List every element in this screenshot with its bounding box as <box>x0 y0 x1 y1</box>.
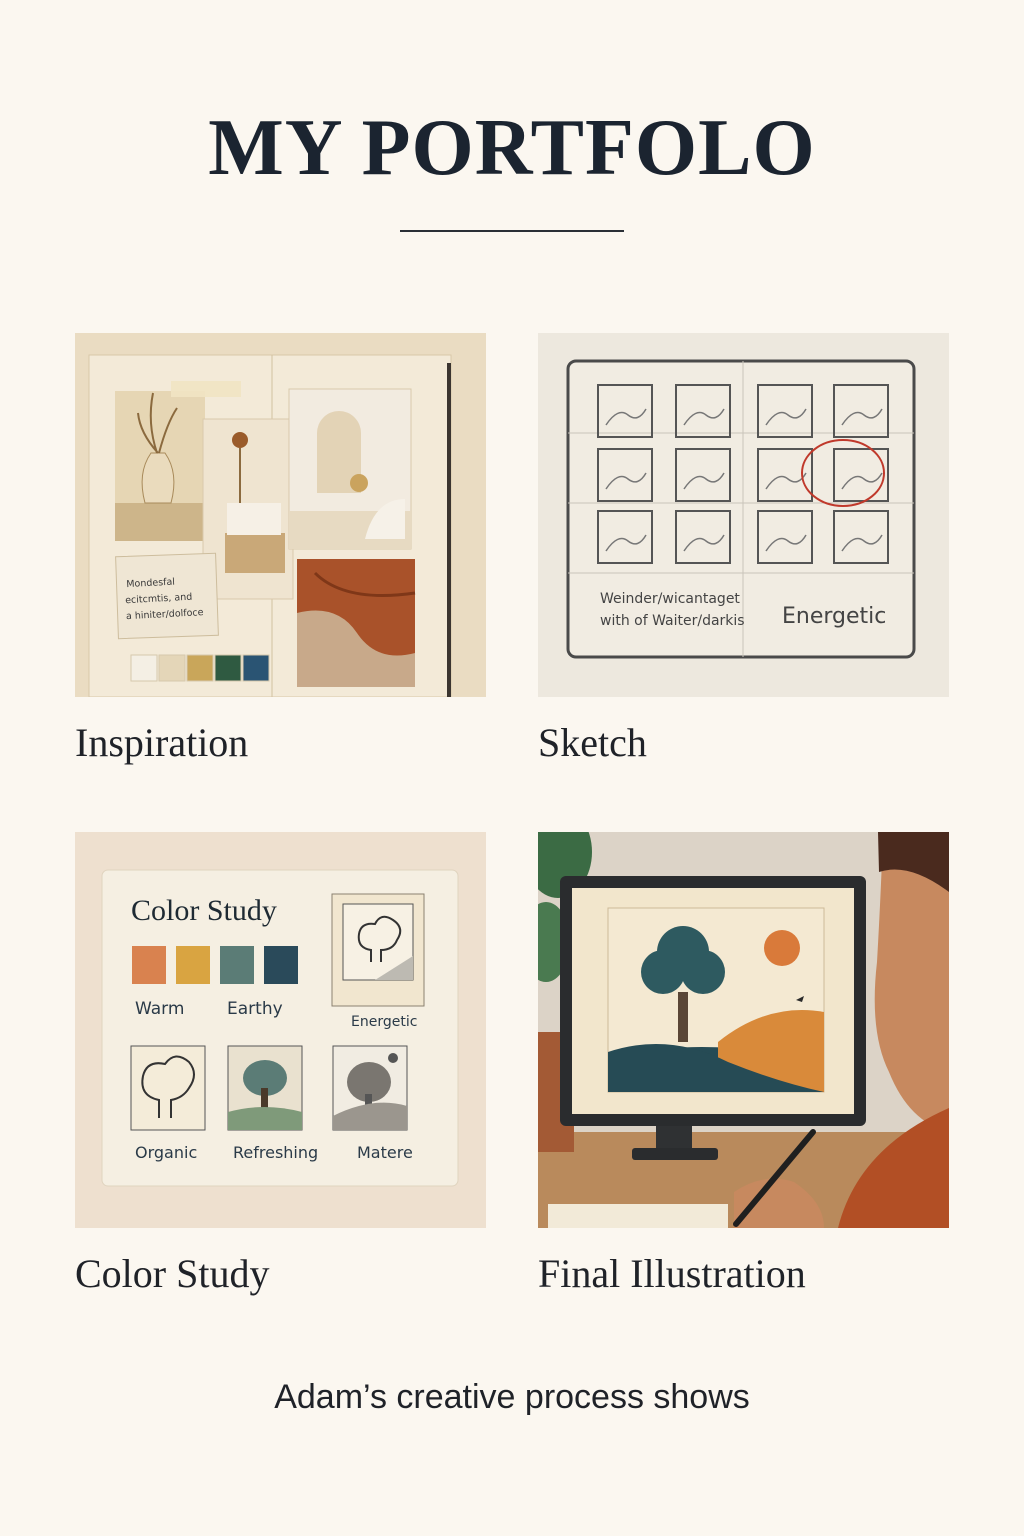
sketch-word: Energetic <box>782 604 886 629</box>
palette-swatch <box>186 654 214 682</box>
inspiration-palette <box>130 654 270 682</box>
card-caption-sketch: Sketch <box>538 720 647 765</box>
color-swatch <box>264 946 298 984</box>
card-caption-final-illustration: Final Illustration <box>538 1251 806 1296</box>
color-label-warm: Warm <box>135 999 184 1019</box>
color-label-earthy: Earthy <box>227 999 283 1019</box>
svg-text:Organic Refreshing: Organic Refreshing Matere <box>135 1143 413 1162</box>
sketch-image: Weinder/wicantaget with of Waiter/darkis… <box>538 333 949 697</box>
monitor-icon <box>560 876 866 1160</box>
portfolio-card-final-illustration[interactable]: Final Illustration <box>538 832 949 1294</box>
palette-swatch <box>242 654 270 682</box>
color-label-matere: Matere <box>357 1143 413 1162</box>
card-caption-color-study: Color Study <box>75 1251 270 1296</box>
page-title: MY PORTFOLO <box>208 104 816 192</box>
color-label-refreshing: Refreshing <box>233 1143 318 1162</box>
final-illustration-image <box>538 832 949 1228</box>
portfolio-card-sketch[interactable]: Weinder/wicantaget with of Waiter/darkis… <box>538 333 949 763</box>
color-swatch <box>220 946 254 984</box>
inspiration-image: Mondesfal ecitcmtis, and a hiniter/dolfo… <box>75 333 486 697</box>
palette-swatch <box>214 654 242 682</box>
color-study-image: Color Study Warm Earthy Energetic Organi… <box>75 832 486 1228</box>
palette-swatch <box>130 654 158 682</box>
portfolio-card-color-study[interactable]: Color Study Warm Earthy Energetic Organi… <box>75 832 486 1294</box>
sketch-note-line-1: Weinder/wicantaget <box>600 591 740 607</box>
color-swatch <box>176 946 210 984</box>
color-label-energetic: Energetic <box>351 1014 417 1030</box>
color-study-heading: Color Study <box>131 894 277 927</box>
card-caption-inspiration: Inspiration <box>75 720 249 765</box>
sketch-note-line-2: with of Waiter/darkis <box>600 613 745 629</box>
portfolio-card-inspiration[interactable]: Mondesfal ecitcmtis, and a hiniter/dolfo… <box>75 333 486 763</box>
footer-tagline: Adam’s creative process shows <box>274 1378 750 1416</box>
title-divider <box>400 230 624 232</box>
color-label-organic: Organic <box>135 1143 197 1162</box>
color-swatch <box>132 946 166 984</box>
palette-swatch <box>158 654 186 682</box>
